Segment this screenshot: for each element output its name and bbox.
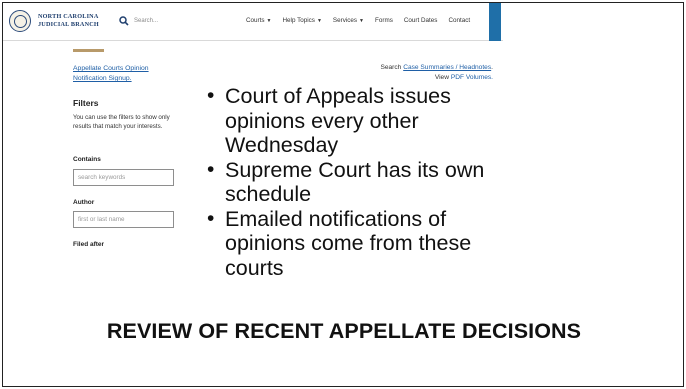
search-icon[interactable] — [119, 16, 129, 26]
signup-link-line-2: Notification Signup. — [73, 75, 132, 82]
search-prefix: Search — [380, 64, 402, 71]
header-accent-tab[interactable] — [489, 3, 501, 41]
bullet-supreme-court: Supreme Court has its own schedule — [207, 158, 527, 207]
search-input[interactable]: Search... — [134, 18, 158, 24]
slide-frame: NORTH CAROLINA JUDICIAL BRANCH Search...… — [2, 2, 684, 387]
site-header: NORTH CAROLINA JUDICIAL BRANCH Search...… — [3, 3, 503, 41]
opinion-notification-signup-link[interactable]: Appellate Courts Opinion Notification Si… — [73, 64, 183, 84]
author-name-input[interactable]: first or last name — [73, 211, 174, 228]
view-prefix: View — [434, 74, 449, 81]
signup-link-line-1: Appellate Courts Opinion — [73, 65, 149, 72]
brand-name[interactable]: NORTH CAROLINA JUDICIAL BRANCH — [38, 13, 99, 28]
bullet-emailed-notifications: Emailed notifications of opinions come f… — [207, 207, 527, 281]
nav-contact[interactable]: Contact — [448, 17, 470, 24]
brand-line-2: JUDICIAL BRANCH — [38, 20, 99, 28]
brand-line-1: NORTH CAROLINA — [38, 13, 99, 20]
gold-accent-rule — [73, 49, 104, 52]
nav-help-topics-label: Help Topics — [282, 17, 315, 24]
contains-label: Contains — [73, 156, 101, 163]
slide-title: REVIEW OF RECENT APPELLATE DECISIONS — [106, 319, 582, 343]
filed-after-label: Filed after — [73, 241, 105, 248]
nc-judicial-seal-logo[interactable] — [9, 10, 31, 32]
nav-services[interactable]: Services ▼ — [333, 17, 364, 24]
search-case-summaries: Search Case Summaries / Headnotes. — [380, 64, 493, 71]
filters-description: You can use the filters to show only res… — [73, 114, 170, 130]
period: . — [491, 64, 493, 71]
main-nav: Courts ▼ Help Topics ▼ Services ▼ Forms Cou… — [246, 17, 481, 24]
chevron-down-icon: ▼ — [359, 18, 364, 24]
chevron-down-icon: ▼ — [266, 18, 272, 24]
nav-courts-label: Courts — [246, 17, 265, 24]
contains-keyword-input[interactable]: search keywords — [73, 169, 174, 186]
nav-courts[interactable]: Courts ▼ — [246, 17, 272, 24]
pdf-volumes-link[interactable]: PDF Volumes. — [451, 74, 493, 81]
nav-court-dates[interactable]: Court Dates — [404, 17, 438, 24]
case-summaries-link[interactable]: Case Summaries / Headnotes — [403, 64, 491, 71]
nav-forms[interactable]: Forms — [375, 17, 393, 24]
chevron-down-icon: ▼ — [316, 18, 322, 24]
view-pdf-volumes: View PDF Volumes. — [435, 74, 493, 81]
author-label: Author — [73, 199, 95, 206]
filters-heading: Filters — [73, 98, 99, 108]
slide-bullet-list: Court of Appeals issues opinions every o… — [207, 84, 527, 280]
nav-help-topics[interactable]: Help Topics ▼ — [283, 17, 322, 24]
nav-services-label: Services — [332, 17, 358, 24]
bullet-court-of-appeals: Court of Appeals issues opinions every o… — [207, 84, 527, 158]
